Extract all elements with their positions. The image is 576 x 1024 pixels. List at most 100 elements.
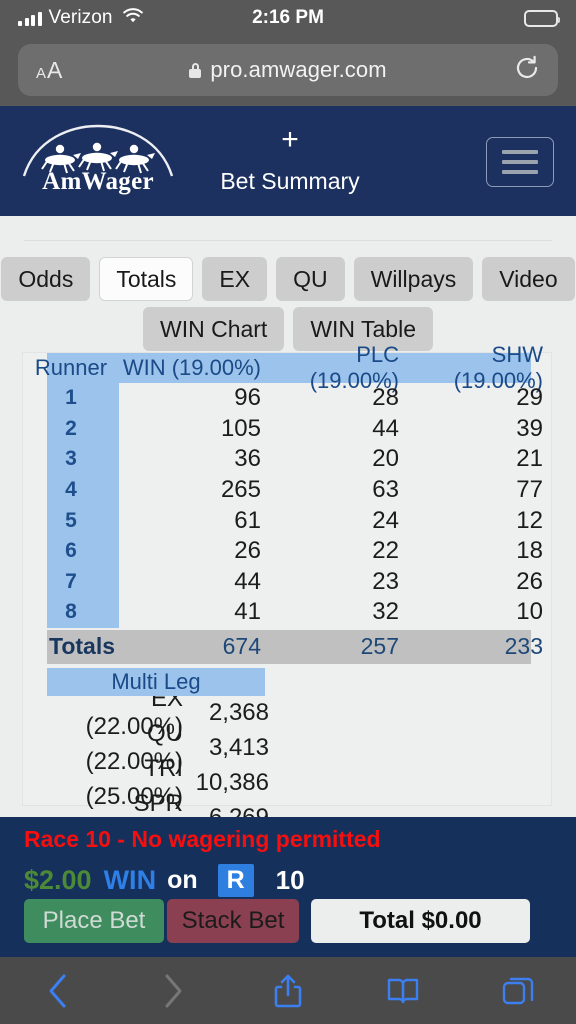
stack-bet-button[interactable]: Stack Bet bbox=[167, 899, 299, 943]
plc-pool: 32 bbox=[372, 598, 399, 626]
bet-amount: $2.00 bbox=[24, 865, 92, 895]
totals-win-pool: 674 bbox=[222, 633, 261, 660]
runner-number: 2 bbox=[65, 416, 77, 440]
totals-label: Totals bbox=[49, 633, 116, 660]
plc-pool: 63 bbox=[372, 476, 399, 504]
totals-plc-pool: 257 bbox=[360, 633, 399, 660]
plc-pool: 23 bbox=[372, 567, 399, 595]
tab-willpays[interactable]: Willpays bbox=[353, 257, 474, 302]
amwager-horses-logo[interactable]: AmWager bbox=[18, 124, 178, 198]
status-bar: Verizon 2:16 PM bbox=[0, 0, 576, 36]
app-header: AmWager + Bet Summary bbox=[0, 106, 576, 216]
runner-number: 1 bbox=[65, 386, 77, 410]
book-icon[interactable] bbox=[346, 974, 461, 1008]
url-display: pro.amwager.com bbox=[18, 57, 558, 83]
win-pool: 265 bbox=[220, 476, 261, 504]
bet-action-buttons: Place Bet Stack Bet Total $0.00 bbox=[24, 899, 530, 943]
battery-icon bbox=[524, 9, 560, 27]
plc-pool: 24 bbox=[372, 506, 399, 534]
table-row[interactable]: 1 96 28 29 bbox=[23, 383, 551, 414]
table-header-row: Runner WIN (19.00%) PLC (19.00%) SHW (19… bbox=[23, 342, 551, 393]
totals-table: Runner WIN (19.00%) PLC (19.00%) SHW (19… bbox=[23, 342, 551, 664]
status-bar-right bbox=[524, 9, 560, 27]
bet-summary-button[interactable]: + Bet Summary bbox=[200, 123, 380, 195]
wagering-warning: Race 10 - No wagering permitted bbox=[24, 826, 381, 852]
tab-ex[interactable]: EX bbox=[202, 257, 268, 302]
totals-card: Runner WIN (19.00%) PLC (19.00%) SHW (19… bbox=[22, 342, 552, 845]
multi-leg-value: 2,368 bbox=[208, 699, 269, 727]
logo-text: AmWager bbox=[42, 168, 154, 195]
totals-summary-row: Totals 674 257 233 bbox=[23, 629, 551, 664]
win-pool: 26 bbox=[234, 537, 261, 565]
totals-shw-pool: 233 bbox=[504, 633, 543, 660]
column-header-win: WIN (19.00%) bbox=[122, 355, 261, 380]
status-bar-left: Verizon bbox=[18, 7, 144, 29]
text-size-small-a: A bbox=[36, 64, 47, 82]
plus-icon: + bbox=[281, 123, 299, 156]
win-pool: 36 bbox=[234, 445, 261, 473]
shw-pool: 10 bbox=[516, 598, 543, 626]
table-row[interactable]: 8 41 32 10 bbox=[23, 597, 551, 628]
share-icon[interactable] bbox=[230, 972, 345, 1010]
forward-chevron-icon bbox=[115, 971, 230, 1011]
shw-pool: 26 bbox=[516, 567, 543, 595]
table-row[interactable]: 3 36 20 21 bbox=[23, 444, 551, 475]
runner-number: 6 bbox=[65, 539, 77, 563]
tab-win-chart[interactable]: WIN Chart bbox=[142, 307, 285, 352]
win-pool: 41 bbox=[234, 598, 261, 626]
bet-bar: Race 10 - No wagering permitted $2.00 WI… bbox=[0, 817, 576, 957]
table-row[interactable]: 7 44 23 26 bbox=[23, 567, 551, 598]
tab-totals[interactable]: Totals bbox=[99, 257, 194, 302]
text-size-large-a: A bbox=[47, 56, 63, 83]
shw-pool: 12 bbox=[516, 506, 543, 534]
shw-pool: 21 bbox=[516, 445, 543, 473]
url-text: pro.amwager.com bbox=[210, 57, 387, 82]
runner-number: 8 bbox=[65, 600, 77, 624]
tab-bar-row-1: Odds Totals EX QU Willpays Video bbox=[0, 216, 576, 302]
reload-icon[interactable] bbox=[514, 55, 540, 86]
table-row[interactable]: 2 105 44 39 bbox=[23, 414, 551, 445]
browser-toolbar bbox=[0, 957, 576, 1024]
table-row[interactable]: 6 26 22 18 bbox=[23, 536, 551, 567]
win-pool: 61 bbox=[234, 506, 261, 534]
browser-url-bar-container: AA pro.amwager.com bbox=[0, 36, 576, 106]
back-chevron-icon[interactable] bbox=[0, 971, 115, 1011]
table-row[interactable]: 5 61 24 12 bbox=[23, 505, 551, 536]
plc-pool: 28 bbox=[372, 384, 399, 412]
multi-leg-value: 3,413 bbox=[208, 734, 269, 762]
phone-screen: Verizon 2:16 PM AA pro.amwager.com AmWag… bbox=[0, 0, 576, 1024]
main-content: Odds Totals EX QU Willpays Video WIN Cha… bbox=[0, 216, 576, 845]
runner-number: 5 bbox=[65, 508, 77, 532]
win-pool: 44 bbox=[234, 567, 261, 595]
shw-pool: 18 bbox=[516, 537, 543, 565]
multi-leg-header: Multi Leg bbox=[47, 667, 265, 696]
table-row[interactable]: 4 265 63 77 bbox=[23, 475, 551, 506]
race-badge: R bbox=[217, 864, 254, 897]
url-bar[interactable]: AA pro.amwager.com bbox=[18, 44, 558, 96]
runner-number: 4 bbox=[65, 478, 77, 502]
bet-type: WIN bbox=[103, 865, 157, 895]
bet-selection-line: $2.00 WIN on R 10 bbox=[24, 864, 305, 897]
tab-odds[interactable]: Odds bbox=[1, 257, 91, 302]
plc-pool: 44 bbox=[372, 414, 399, 442]
runner-number: 7 bbox=[65, 569, 77, 593]
wifi-icon bbox=[122, 7, 144, 29]
total-display[interactable]: Total $0.00 bbox=[311, 899, 530, 943]
place-bet-button[interactable]: Place Bet bbox=[24, 899, 164, 943]
plc-pool: 20 bbox=[372, 445, 399, 473]
win-pool: 96 bbox=[234, 384, 261, 412]
carrier-label: Verizon bbox=[48, 7, 113, 28]
bet-on-label: on bbox=[167, 866, 198, 894]
tabs-icon[interactable] bbox=[461, 974, 576, 1008]
win-pool: 105 bbox=[220, 414, 261, 442]
multi-leg-value: 10,386 bbox=[195, 769, 269, 797]
tab-qu[interactable]: QU bbox=[276, 257, 345, 302]
tab-video[interactable]: Video bbox=[482, 257, 575, 302]
hamburger-menu-icon[interactable] bbox=[486, 137, 554, 187]
runner-number: 3 bbox=[65, 447, 77, 471]
plc-pool: 22 bbox=[372, 537, 399, 565]
race-number: 10 bbox=[275, 865, 305, 895]
shw-pool: 39 bbox=[516, 414, 543, 442]
text-size-button[interactable]: AA bbox=[36, 57, 62, 84]
shw-pool: 29 bbox=[516, 384, 543, 412]
